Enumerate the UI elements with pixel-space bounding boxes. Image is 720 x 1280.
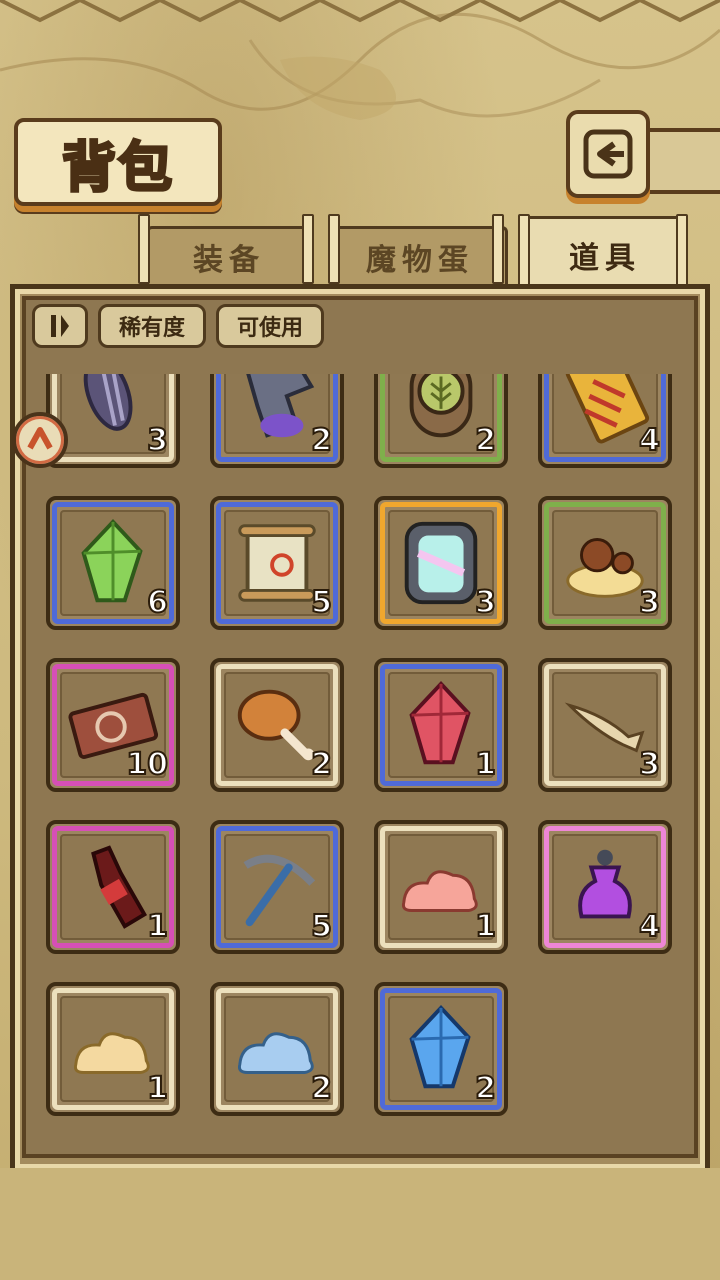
- item-quantity: 4: [638, 422, 661, 459]
- tab-post: [302, 214, 314, 284]
- item-quantity: 10: [125, 746, 169, 783]
- item-quantity: 1: [474, 908, 497, 945]
- item-grid: 3 2 2 4 6 5 3 3 10 2 1 3 1 5 1 4 1 2 2: [30, 374, 690, 1154]
- tab-post: [138, 214, 150, 284]
- item-quantity: 1: [146, 1070, 169, 1107]
- item-slot[interactable]: 1: [46, 820, 180, 954]
- back-arrow-icon: [583, 129, 633, 179]
- item-slot[interactable]: 2: [374, 982, 508, 1116]
- item-slot[interactable]: 5: [210, 496, 344, 630]
- item-slot[interactable]: 2: [374, 374, 508, 468]
- sort-toggle-button[interactable]: [32, 304, 88, 348]
- tab-post: [676, 214, 688, 294]
- item-quantity: 6: [146, 584, 169, 621]
- item-slot[interactable]: 6: [46, 496, 180, 630]
- item-quantity: 3: [474, 584, 497, 621]
- tab-post: [328, 214, 340, 284]
- tab-monster-eggs[interactable]: 魔物蛋: [332, 226, 508, 285]
- item-slot[interactable]: 4: [538, 374, 672, 468]
- tab-equipment[interactable]: 装备: [146, 226, 312, 285]
- rarity-filter-label: 稀有度: [118, 316, 185, 341]
- item-slot[interactable]: 2: [210, 982, 344, 1116]
- item-quantity: 5: [310, 908, 333, 945]
- item-slot[interactable]: 10: [46, 658, 180, 792]
- tab-items-label: 道具: [569, 241, 641, 276]
- item-quantity: 2: [474, 1070, 497, 1107]
- item-quantity: 5: [310, 584, 333, 621]
- item-slot[interactable]: 1: [374, 658, 508, 792]
- usable-filter-label: 可使用: [236, 316, 303, 341]
- item-quantity: 1: [474, 746, 497, 783]
- scroll-up-button[interactable]: [12, 412, 68, 468]
- item-slot[interactable]: 2: [210, 374, 344, 468]
- page-title-plate: 背包: [14, 118, 222, 206]
- item-quantity: 3: [146, 422, 169, 459]
- item-slot[interactable]: 2: [210, 658, 344, 792]
- item-slot[interactable]: 1: [374, 820, 508, 954]
- item-quantity: 2: [310, 746, 333, 783]
- item-quantity: 4: [638, 908, 661, 945]
- bottom-border: [0, 1168, 720, 1280]
- item-quantity: 2: [310, 422, 333, 459]
- item-slot[interactable]: 3: [374, 496, 508, 630]
- rarity-filter-button[interactable]: 稀有度: [98, 304, 206, 348]
- page-title: 背包: [61, 133, 174, 200]
- item-quantity: 2: [310, 1070, 333, 1107]
- item-quantity: 3: [638, 746, 661, 783]
- sort-toggle-icon: [51, 315, 69, 337]
- item-slot[interactable]: 3: [46, 374, 180, 468]
- item-slot[interactable]: 1: [46, 982, 180, 1116]
- item-slot[interactable]: 3: [538, 496, 672, 630]
- tab-items[interactable]: 道具: [522, 216, 688, 291]
- tab-post: [492, 214, 504, 284]
- item-quantity: 1: [146, 908, 169, 945]
- item-slot[interactable]: 5: [210, 820, 344, 954]
- usable-filter-button[interactable]: 可使用: [216, 304, 324, 348]
- tab-bar: 装备 魔物蛋 道具: [12, 214, 708, 294]
- back-bar: [640, 128, 720, 194]
- tab-monster-eggs-label: 魔物蛋: [366, 243, 474, 278]
- item-slot[interactable]: 4: [538, 820, 672, 954]
- tab-equipment-label: 装备: [193, 243, 265, 278]
- up-arrow-icon: [27, 427, 53, 450]
- tab-post: [518, 214, 530, 294]
- item-slot[interactable]: 3: [538, 658, 672, 792]
- item-quantity: 2: [474, 422, 497, 459]
- item-quantity: 3: [638, 584, 661, 621]
- back-button[interactable]: [566, 110, 650, 198]
